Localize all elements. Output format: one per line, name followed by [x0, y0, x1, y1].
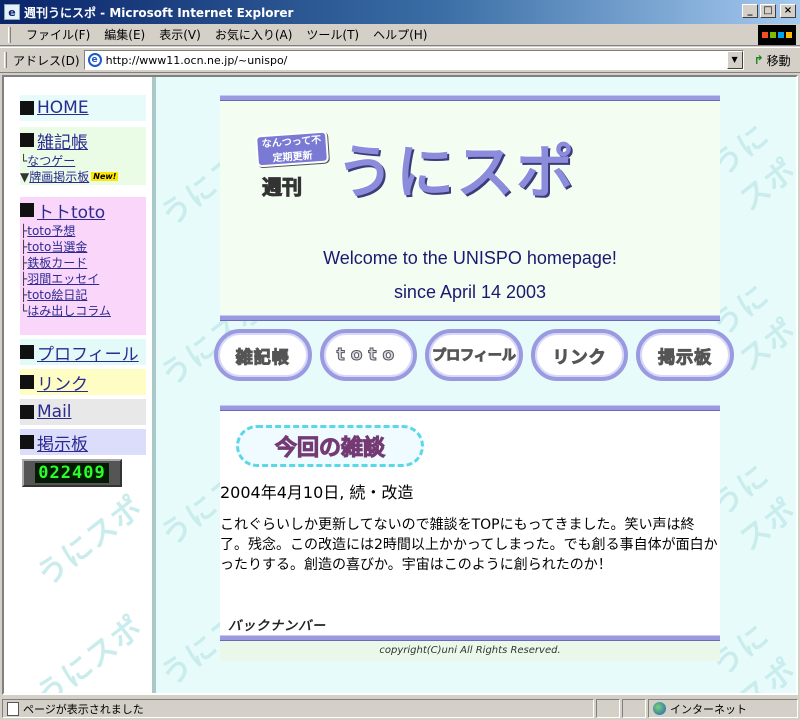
- go-button[interactable]: ↱ 移動: [754, 52, 791, 69]
- watermark-text: うにスポ: [30, 609, 150, 695]
- nav-toto-section: トトtoto ├toto予想 ├toto当選金 ├鉄板カード ├羽間エッセイ ├…: [20, 197, 146, 335]
- bullet-square-icon: [20, 375, 34, 389]
- chevron-down-icon[interactable]: ▼: [726, 51, 743, 69]
- main-content-frame: うにスポ うにスポ うにスポ うにスポ うにスポ うにスポ うにスポ うにスポ …: [155, 77, 796, 693]
- status-text: ページが表示されました: [23, 702, 144, 716]
- logo-tagline: なんつって不定期更新: [254, 130, 330, 168]
- since-text: since April 14 2003: [393, 282, 547, 302]
- main-nav-buttons: 雑記帳 toto プロフィール リンク 掲示板: [214, 329, 734, 381]
- title-bar: e 週刊うにスポ - Microsoft Internet Explorer _…: [0, 0, 800, 24]
- post-body: これぐらいしか更新してないので雑談をTOPにもってきました。笑い声は終了。残念。…: [220, 517, 718, 573]
- toto-button[interactable]: toto: [319, 329, 418, 381]
- toolbar-grip[interactable]: [4, 52, 7, 68]
- header-panel: なんつって不定期更新 週刊 うにスポ Welcome to the UNISPO…: [220, 95, 720, 321]
- address-label: アドレス(D): [13, 53, 80, 68]
- logo-title: うにスポ: [336, 138, 577, 206]
- ie-app-icon: e: [4, 4, 20, 20]
- nav-zakki-section: 雑記帳 └なつゲー ▼牌画掲示板 New!: [20, 127, 146, 185]
- menu-edit[interactable]: 編集(E): [97, 26, 152, 43]
- bullet-square-icon: [20, 133, 34, 147]
- close-button[interactable]: ×: [780, 4, 796, 18]
- nav-toto-item[interactable]: toto予想: [27, 224, 75, 238]
- nav-toto-item[interactable]: toto当選金: [27, 240, 87, 254]
- nav-natsuge-link[interactable]: なつゲー: [27, 154, 75, 168]
- minimize-button[interactable]: _: [742, 4, 758, 18]
- bullet-square-icon: [20, 345, 34, 359]
- menu-file[interactable]: ファイル(F): [19, 26, 97, 43]
- page-icon: [7, 701, 19, 716]
- nav-profile-link[interactable]: プロフィール: [37, 340, 139, 365]
- nav-paiga-bbs-link[interactable]: 牌画掲示板: [29, 170, 89, 184]
- menu-tools[interactable]: ツール(T): [299, 26, 366, 43]
- bullet-square-icon: [20, 405, 34, 419]
- window-controls: _ □ ×: [742, 4, 796, 18]
- status-cell: [596, 699, 620, 718]
- browser-viewport: HOME 雑記帳 └なつゲー ▼牌画掲示板 New! トトtoto ├toto予想…: [2, 75, 798, 695]
- nav-toto-item[interactable]: toto絵日記: [27, 288, 87, 302]
- status-bar: ページが表示されました インターネット: [0, 697, 800, 720]
- divider-bar: [220, 405, 720, 411]
- nav-bbs-link[interactable]: 掲示板: [37, 430, 88, 455]
- nav-toto-item[interactable]: 羽間エッセイ: [27, 272, 99, 286]
- post-date: 2004年4月10日, 続・改造: [220, 483, 414, 502]
- status-cell: [622, 699, 646, 718]
- ie-page-icon: e: [87, 53, 102, 67]
- nav-zakki-link[interactable]: 雑記帳: [37, 128, 88, 153]
- site-logo: なんつって不定期更新 週刊 うにスポ: [220, 101, 720, 241]
- zone-text: インターネット: [670, 702, 747, 716]
- zakki-button[interactable]: 雑記帳: [214, 329, 312, 381]
- triangle-down-icon: ▼: [20, 170, 30, 184]
- address-input[interactable]: e http://www11.ocn.ne.jp/~unispo/ ▼: [83, 50, 744, 70]
- copyright-text: copyright(C)uni All Rights Reserved.: [220, 641, 720, 661]
- nav-mail-link[interactable]: Mail: [37, 402, 72, 422]
- chat-heading: 今回の雑談: [236, 425, 424, 467]
- profile-button[interactable]: プロフィール: [425, 329, 523, 381]
- backnumber-link[interactable]: バックナンバー: [228, 615, 326, 634]
- nav-home-section: HOME: [20, 95, 146, 121]
- counter-digits: 022409: [35, 463, 109, 483]
- go-arrow-icon: ↱: [753, 53, 764, 67]
- left-nav-frame: HOME 雑記帳 └なつゲー ▼牌画掲示板 New! トトtoto ├toto予想…: [4, 77, 156, 693]
- menu-help[interactable]: ヘルプ(H): [366, 26, 434, 43]
- nav-toto-link[interactable]: トトtoto: [37, 198, 105, 223]
- status-main: ページが表示されました: [2, 699, 594, 718]
- nav-profile-section: プロフィール: [20, 339, 146, 365]
- toolbar-grip[interactable]: [8, 26, 11, 43]
- new-badge: New!: [91, 172, 119, 181]
- news-panel: 今回の雑談 2004年4月10日, 続・改造 これぐらいしか更新してないので雑談…: [220, 405, 720, 661]
- nav-home-link[interactable]: HOME: [37, 98, 89, 118]
- nav-links-link[interactable]: リンク: [37, 370, 88, 395]
- maximize-button[interactable]: □: [760, 4, 776, 18]
- welcome-text: Welcome to the UNISPO homepage!: [323, 248, 617, 268]
- nav-link-section: リンク: [20, 369, 146, 395]
- bullet-square-icon: [20, 203, 34, 217]
- menu-bar: ファイル(F) 編集(E) 表示(V) お気に入り(A) ツール(T) ヘルプ(…: [0, 24, 800, 46]
- link-button[interactable]: リンク: [530, 329, 629, 381]
- nav-bbs-section: 掲示板: [20, 429, 146, 455]
- nav-toto-item[interactable]: はみ出しコラム: [27, 304, 111, 318]
- bullet-square-icon: [20, 435, 34, 449]
- logo-weekly: 週刊: [262, 175, 303, 200]
- address-bar: アドレス(D) e http://www11.ocn.ne.jp/~unispo…: [0, 47, 800, 73]
- bullet-square-icon: [20, 101, 34, 115]
- windows-logo-icon: [758, 25, 796, 45]
- globe-icon: [653, 702, 666, 715]
- watermark-text: うにスポ: [30, 489, 150, 594]
- nav-mail-section: Mail: [20, 399, 146, 425]
- go-label: 移動: [766, 53, 791, 68]
- security-zone: インターネット: [648, 699, 798, 718]
- bbs-button[interactable]: 掲示板: [636, 329, 734, 381]
- nav-toto-item[interactable]: 鉄板カード: [27, 256, 87, 270]
- window-title: 週刊うにスポ - Microsoft Internet Explorer: [24, 5, 294, 20]
- divider-bar: [220, 315, 720, 321]
- access-counter: 022409: [22, 459, 122, 487]
- menu-view[interactable]: 表示(V): [152, 26, 208, 43]
- address-url: http://www11.ocn.ne.jp/~unispo/: [105, 53, 288, 67]
- menu-favorites[interactable]: お気に入り(A): [208, 26, 300, 43]
